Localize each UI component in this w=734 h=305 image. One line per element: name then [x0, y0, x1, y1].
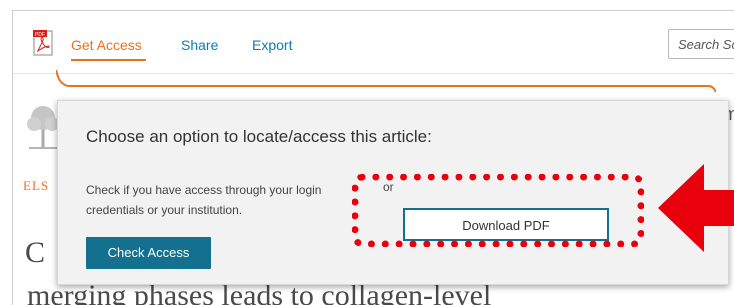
- tab-export[interactable]: Export: [252, 37, 292, 53]
- publisher-name-fragment: ELS: [23, 178, 50, 193]
- active-tab-underline: [71, 59, 146, 61]
- pdf-icon: PDF: [33, 30, 53, 56]
- tab-share[interactable]: Share: [181, 37, 218, 53]
- search-placeholder: Search ScienceDirect: [678, 37, 734, 52]
- search-input[interactable]: Search ScienceDirect: [668, 29, 734, 59]
- article-title-fragment: C: [25, 236, 46, 269]
- popup-pointer-line: [56, 70, 716, 93]
- pdf-icon-text: PDF: [35, 32, 45, 38]
- article-frame: PDF Get Access Share Export Search Scien…: [12, 10, 734, 305]
- annotation-highlight-box: [352, 174, 644, 247]
- annotation-arrow-icon: [658, 164, 734, 252]
- popup-heading: Choose an option to locate/access this a…: [86, 127, 432, 146]
- tab-get-access[interactable]: Get Access: [71, 37, 142, 53]
- article-toolbar: PDF Get Access Share Export Search Scien…: [13, 11, 734, 74]
- check-access-button[interactable]: Check Access: [86, 237, 211, 269]
- popup-description: Check if you have access through your lo…: [86, 183, 322, 217]
